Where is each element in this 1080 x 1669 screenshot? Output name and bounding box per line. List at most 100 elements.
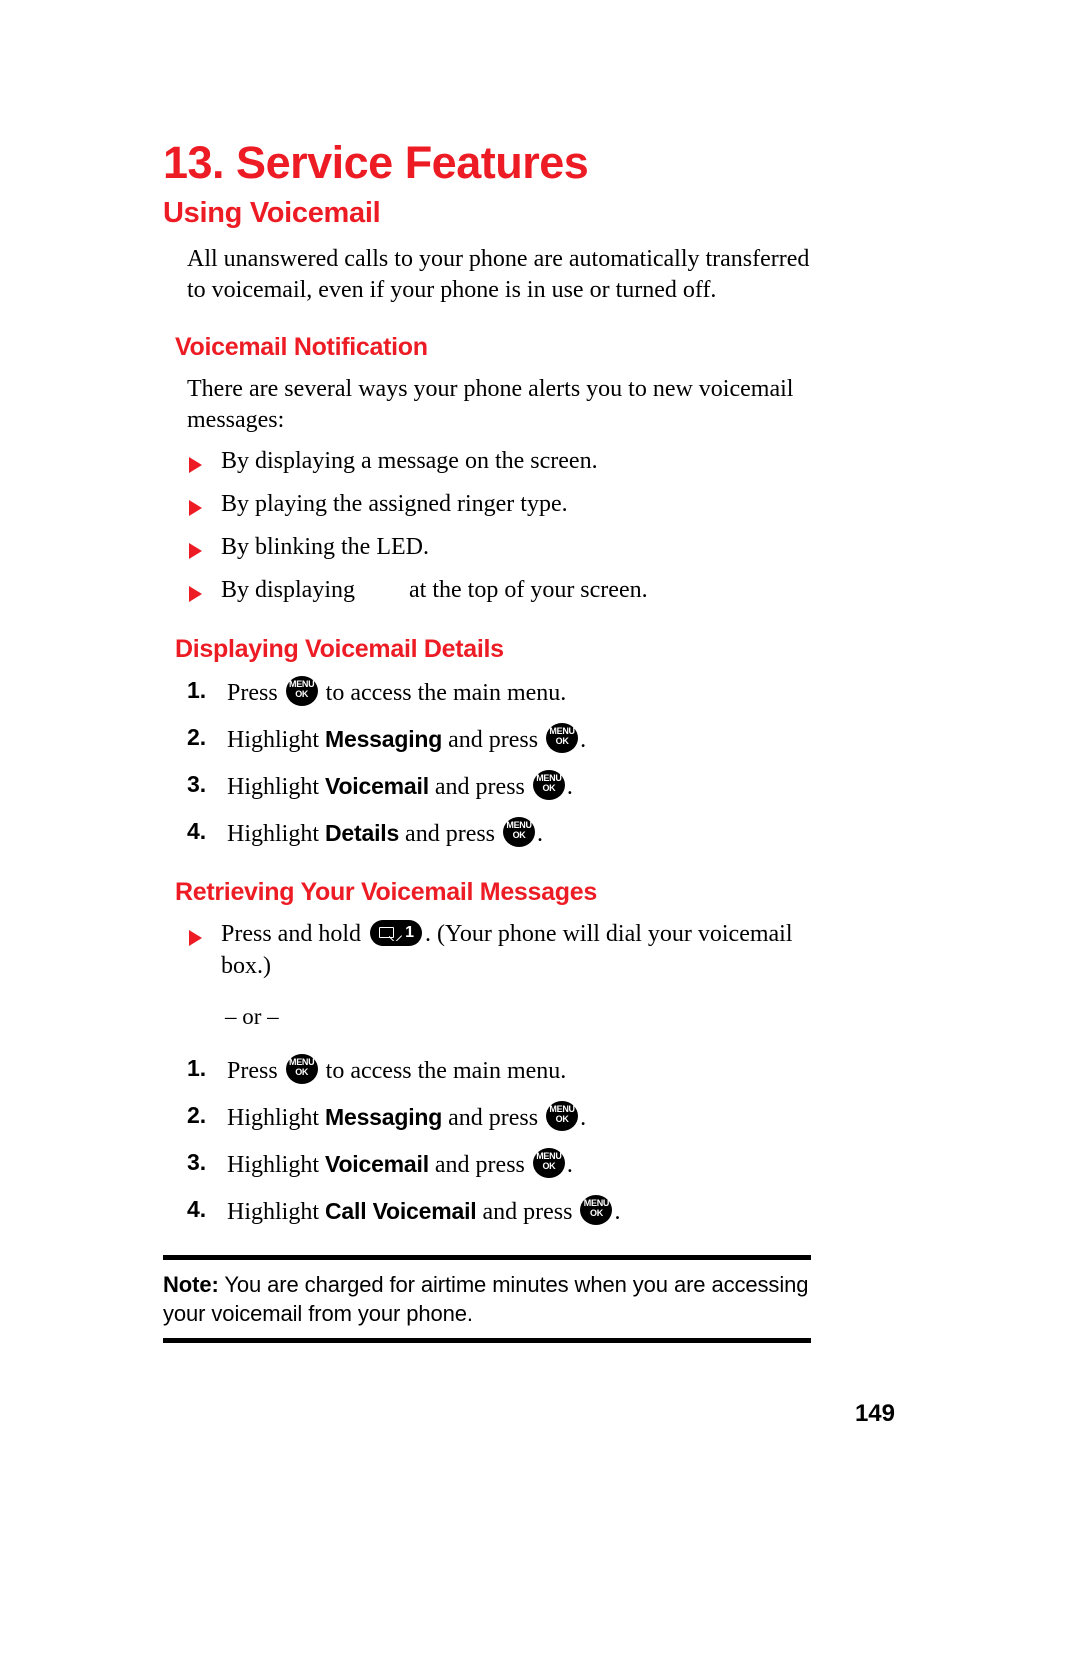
menu-key-label: MENU	[549, 1103, 575, 1114]
menu-key-label: MENU	[289, 1056, 315, 1067]
triangle-bullet-icon	[189, 586, 202, 603]
step-number: 2.	[187, 1101, 207, 1128]
menu-key-label: MENU	[536, 773, 562, 783]
subsection-heading-retrieving-voicemail-messages: Retrieving Your Voicemail Messages	[175, 878, 597, 907]
step-keyword: Details	[325, 820, 400, 847]
voicemail-notification-intro: There are several ways your phone alerts…	[187, 376, 794, 434]
voicemail-notification-list: By displaying a message on the screen. B…	[163, 446, 823, 607]
section-heading-using-voicemail: Using Voicemail	[163, 197, 381, 229]
step-keyword: Messaging	[325, 1103, 443, 1130]
envelope-flap-icon	[389, 935, 404, 941]
list-item: By playing the assigned ringer type.	[187, 489, 823, 520]
ok-key-label: OK	[295, 1066, 309, 1077]
ok-key-label: OK	[590, 1208, 603, 1219]
step-item: 1. Press MENU OK to access the main menu…	[187, 1053, 823, 1087]
page-content: 13. Service Features Using Voicemail All…	[163, 140, 823, 1343]
page-title: 13. Service Features	[163, 137, 589, 188]
subsection-heading-voicemail-notification: Voicemail Notification	[175, 333, 428, 362]
step-keyword: Voicemail	[325, 1151, 429, 1178]
step-number: 2.	[187, 723, 207, 750]
list-item-label: By blinking the LED.	[221, 534, 429, 561]
list-item: By displaying a message on the screen.	[187, 446, 823, 477]
list-item-label-pre: Press and hold	[221, 921, 361, 948]
step-text-mid: and press	[434, 1152, 525, 1179]
step-number: 1.	[187, 676, 207, 703]
subsection-heading-displaying-voicemail-details: Displaying Voicemail Details	[175, 634, 504, 663]
menu-key-label: MENU	[536, 1151, 562, 1162]
step-text-mid: and press	[482, 1199, 573, 1226]
menu-ok-key-icon: MENU OK	[580, 1195, 613, 1226]
menu-ok-key-icon: MENU OK	[546, 722, 579, 753]
displaying-voicemail-details-steps: 1. Press MENU OK to access the main menu…	[163, 675, 823, 851]
note-label: Note:	[163, 1271, 219, 1297]
note-text: You are charged for airtime minutes when…	[163, 1271, 809, 1326]
manual-page: 13. Service Features Using Voicemail All…	[0, 0, 1080, 1669]
ok-key-label: OK	[555, 735, 569, 746]
ok-key-label: OK	[512, 830, 526, 841]
step-number: 1.	[187, 1054, 207, 1081]
note-paragraph: Note: You are charged for airtime minute…	[163, 1270, 811, 1328]
step-text-mid: and press	[448, 726, 539, 753]
step-keyword: Messaging	[325, 725, 443, 752]
step-item: 4. Highlight Call Voicemail and press ME…	[187, 1195, 823, 1228]
step-text-post: .	[580, 726, 587, 753]
step-text-pre: Highlight	[227, 726, 320, 753]
step-text-mid: and press	[434, 774, 525, 800]
step-text-pre: Press	[227, 679, 278, 706]
list-item: Press and hold 1 . (Your phone will dial…	[187, 919, 823, 981]
list-item-label: By displaying a message on the screen.	[221, 447, 598, 474]
step-keyword: Voicemail	[325, 773, 429, 799]
list-item-label: By playing the assigned ringer type.	[221, 491, 568, 518]
step-number: 4.	[187, 1196, 207, 1223]
menu-key-label: MENU	[583, 1198, 610, 1209]
menu-ok-key-icon: MENU OK	[546, 1100, 579, 1131]
step-text-pre: Highlight	[227, 1199, 320, 1226]
step-item: 1. Press MENU OK to access the main menu…	[187, 675, 823, 709]
menu-key-label: MENU	[506, 820, 532, 831]
menu-ok-key-icon: MENU OK	[503, 817, 536, 848]
step-item: 4. Highlight Details and press MENU OK .	[187, 817, 823, 850]
step-number: 3.	[187, 1149, 207, 1176]
page-number: 149	[854, 1400, 895, 1427]
step-text-post: .	[566, 774, 573, 800]
list-item-label-suffix: at the top of your screen.	[409, 577, 648, 604]
step-text-pre: Highlight	[227, 1152, 320, 1179]
ok-key-label: OK	[542, 1161, 556, 1172]
step-text-post: .	[580, 1104, 587, 1131]
triangle-bullet-icon	[189, 930, 202, 947]
ok-key-label: OK	[555, 1113, 569, 1124]
menu-ok-key-icon: MENU OK	[285, 675, 318, 706]
step-text-post: to access the main menu.	[325, 1057, 567, 1084]
step-text-mid: and press	[405, 821, 496, 848]
or-separator: – or –	[225, 1003, 279, 1029]
menu-key-label: MENU	[289, 678, 315, 689]
list-item: By displaying at the top of your screen.	[187, 575, 823, 606]
step-number: 4.	[187, 818, 207, 845]
step-item: 3. Highlight Voicemail and press MENU OK…	[187, 1148, 823, 1181]
step-text-post: .	[537, 821, 544, 848]
speeddial-number-label: 1	[405, 924, 414, 942]
retrieving-voicemail-steps: 1. Press MENU OK to access the main menu…	[163, 1053, 823, 1229]
list-item: By blinking the LED.	[187, 532, 823, 563]
triangle-bullet-icon	[189, 456, 202, 473]
note-box: Note: You are charged for airtime minute…	[163, 1254, 811, 1343]
step-text-pre: Press	[227, 1057, 278, 1084]
step-text-post: to access the main menu.	[325, 679, 567, 706]
step-number: 3.	[187, 771, 207, 797]
step-item: 3. Highlight Voicemail and press MENU OK…	[187, 770, 823, 803]
triangle-bullet-icon	[189, 543, 202, 560]
section-intro-paragraph: All unanswered calls to your phone are a…	[187, 246, 810, 303]
step-item: 2. Highlight Messaging and press MENU OK…	[187, 1100, 823, 1134]
envelope-icon	[379, 927, 394, 939]
ok-key-label: OK	[542, 783, 556, 793]
step-item: 2. Highlight Messaging and press MENU OK…	[187, 722, 823, 756]
list-item-label-prefix: By displaying	[221, 577, 356, 604]
voicemail-speeddial-key-icon: 1	[370, 920, 422, 947]
triangle-bullet-icon	[189, 500, 202, 517]
ok-key-label: OK	[295, 688, 309, 699]
retrieving-voicemail-bullet-list: Press and hold 1 . (Your phone will dial…	[163, 919, 823, 981]
menu-ok-key-icon: MENU OK	[532, 1148, 565, 1179]
step-text-pre: Highlight	[227, 774, 320, 800]
step-text-mid: and press	[448, 1104, 539, 1131]
menu-ok-key-icon: MENU OK	[532, 770, 565, 800]
